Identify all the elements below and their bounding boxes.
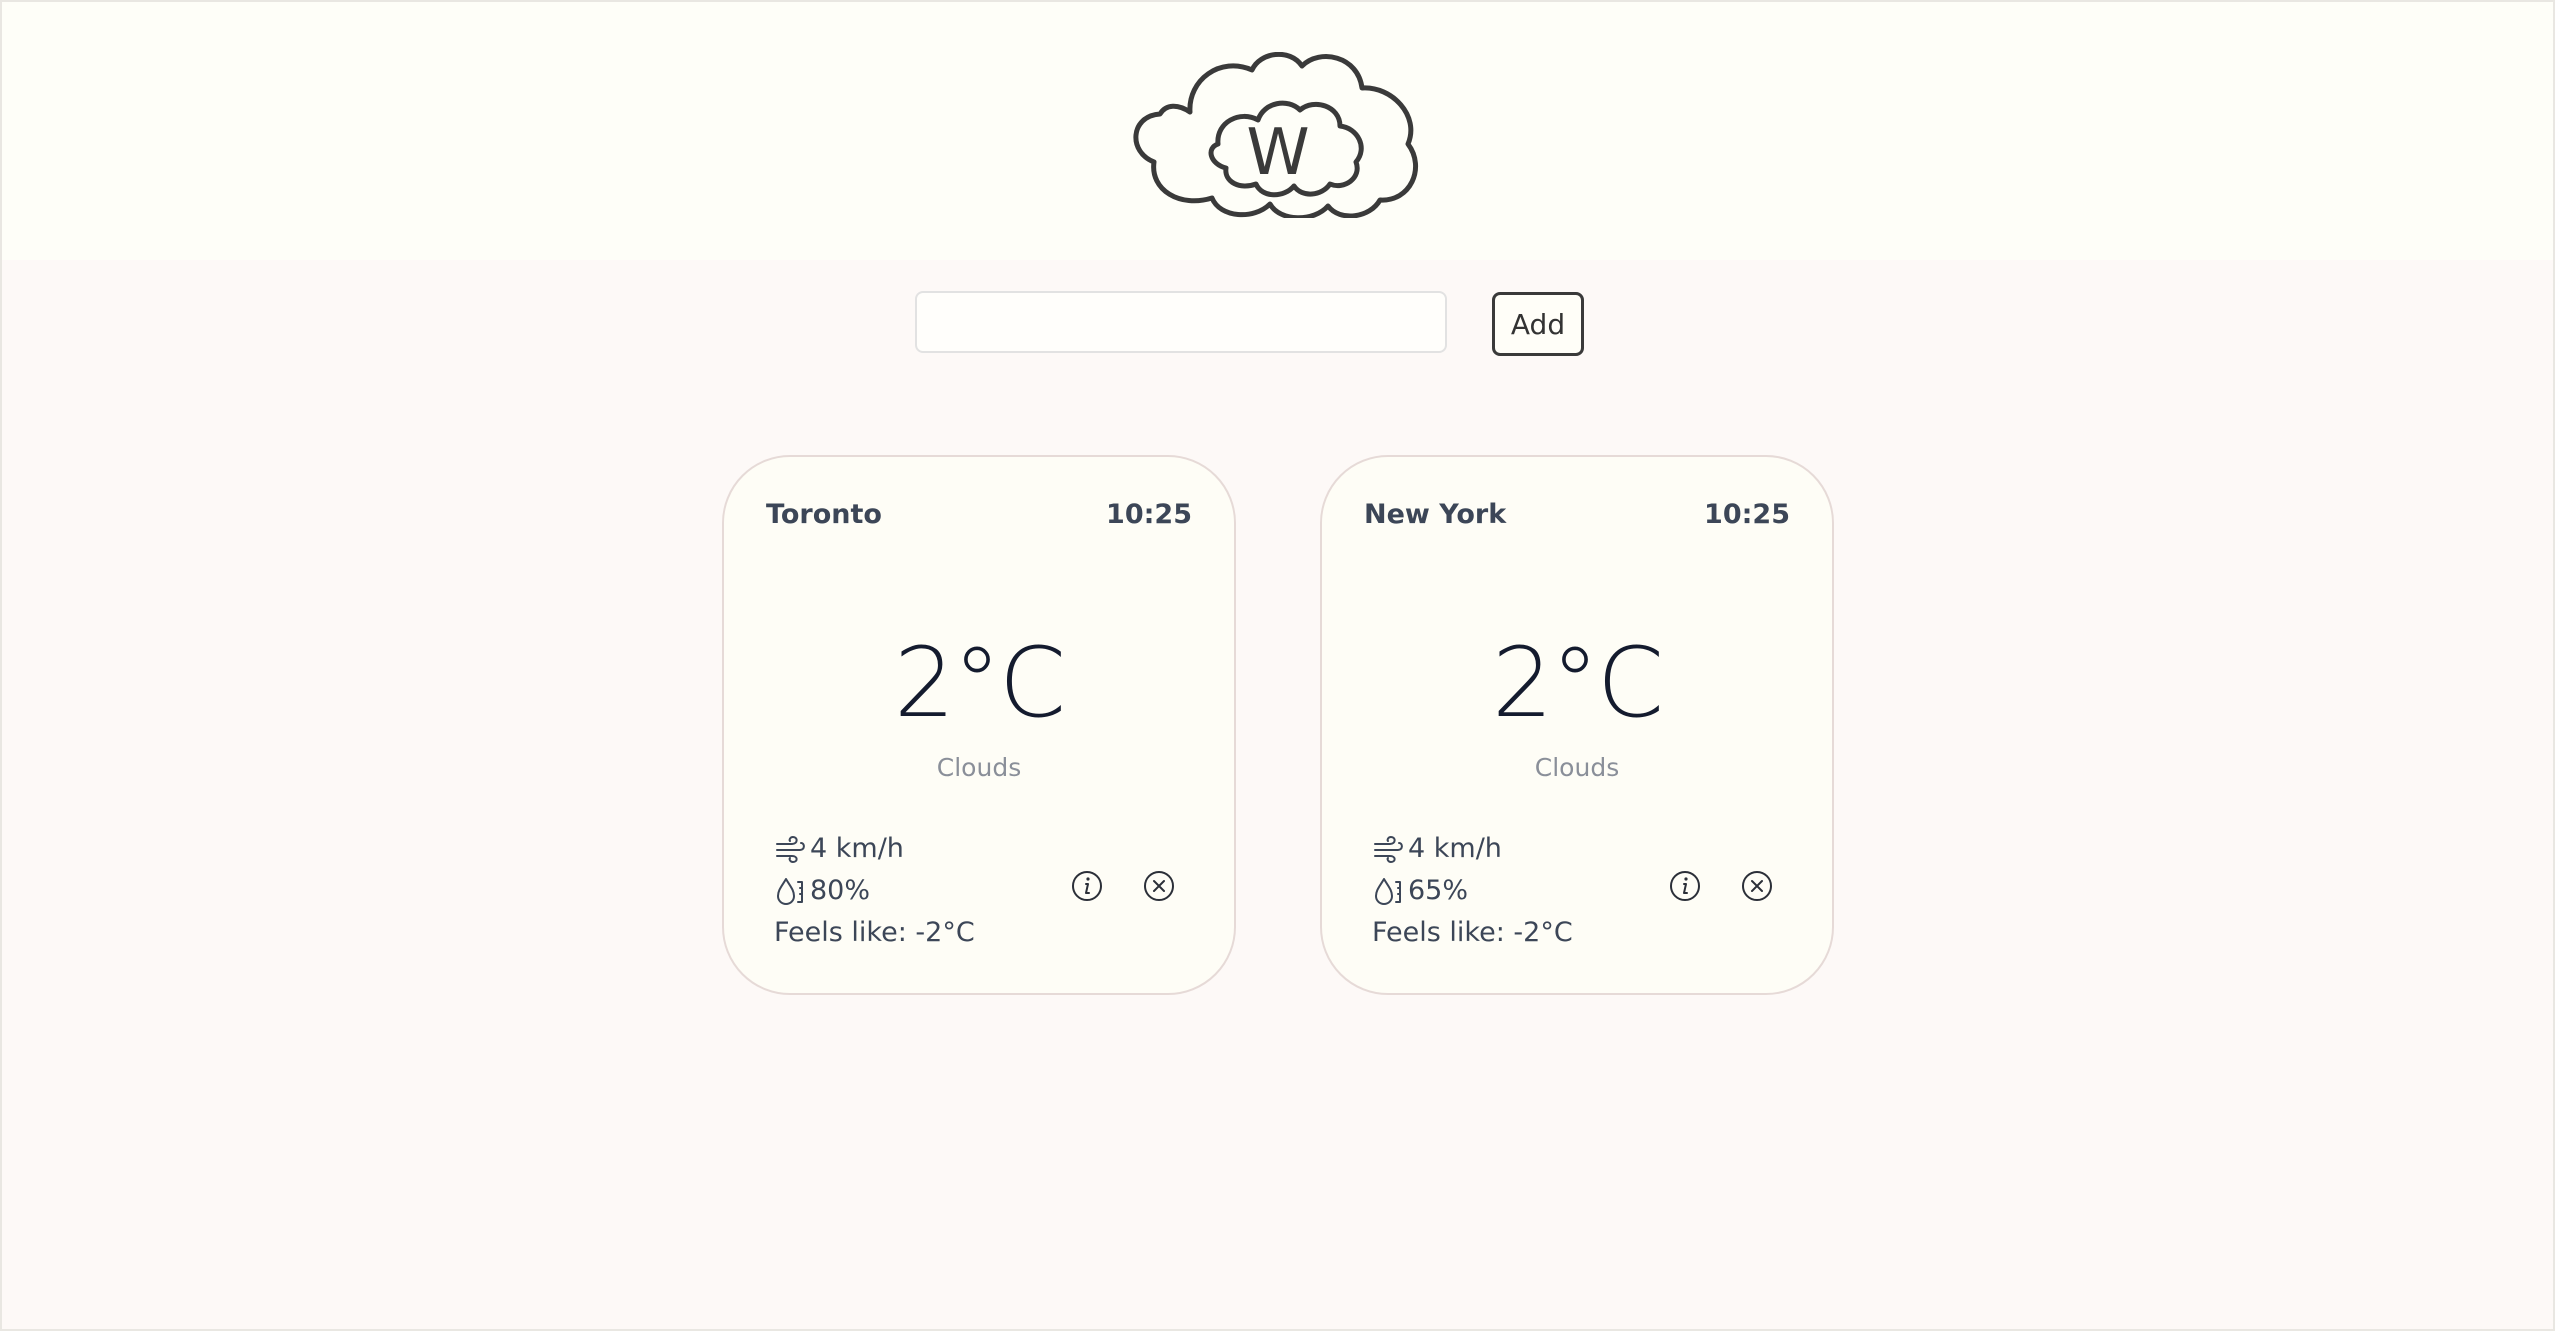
feels-like-stat: Feels like: -2°C — [1372, 917, 1573, 948]
humidity-icon — [777, 877, 803, 905]
wind-icon — [1374, 835, 1403, 863]
temperature: 2°C — [1491, 627, 1664, 739]
wind-stat: 4 km/h — [774, 833, 904, 864]
weather-condition: Clouds — [1534, 753, 1620, 782]
city-name: New York — [1364, 499, 1507, 530]
wind-icon — [776, 835, 805, 863]
cloud-logo-icon: W — [1133, 52, 1419, 218]
info-icon — [1670, 871, 1700, 901]
humidity-icon — [1375, 877, 1401, 905]
close-icon — [1144, 871, 1174, 901]
info-button[interactable] — [1070, 869, 1104, 903]
wind-speed: 4 km/h — [810, 833, 904, 864]
humidity-value: 80% — [810, 875, 871, 906]
feels-like-stat: Feels like: -2°C — [774, 917, 975, 948]
humidity-stat: 80% — [774, 875, 870, 906]
remove-card-button[interactable] — [1142, 869, 1176, 903]
search-input[interactable] — [915, 291, 1447, 353]
info-icon — [1072, 871, 1102, 901]
feels-like-value: Feels like: -2°C — [1372, 917, 1573, 948]
humidity-value: 65% — [1408, 875, 1469, 906]
add-button[interactable]: Add — [1492, 292, 1584, 356]
city-name: Toronto — [766, 499, 882, 530]
feels-like-value: Feels like: -2°C — [774, 917, 975, 948]
temperature: 2°C — [893, 627, 1066, 739]
weather-card: New York 10:25 2°C Clouds 4 km/h 65% Fee… — [1320, 455, 1834, 995]
wind-stat: 4 km/h — [1372, 833, 1502, 864]
local-time: 10:25 — [1704, 499, 1790, 530]
humidity-stat: 65% — [1372, 875, 1468, 906]
header: W — [2, 2, 2553, 260]
wind-speed: 4 km/h — [1408, 833, 1502, 864]
weather-card: Toronto 10:25 2°C Clouds 4 km/h 80% Feel… — [722, 455, 1236, 995]
close-icon — [1742, 871, 1772, 901]
local-time: 10:25 — [1106, 499, 1192, 530]
remove-card-button[interactable] — [1740, 869, 1774, 903]
logo-letter: W — [1246, 116, 1309, 190]
info-button[interactable] — [1668, 869, 1702, 903]
weather-condition: Clouds — [936, 753, 1022, 782]
